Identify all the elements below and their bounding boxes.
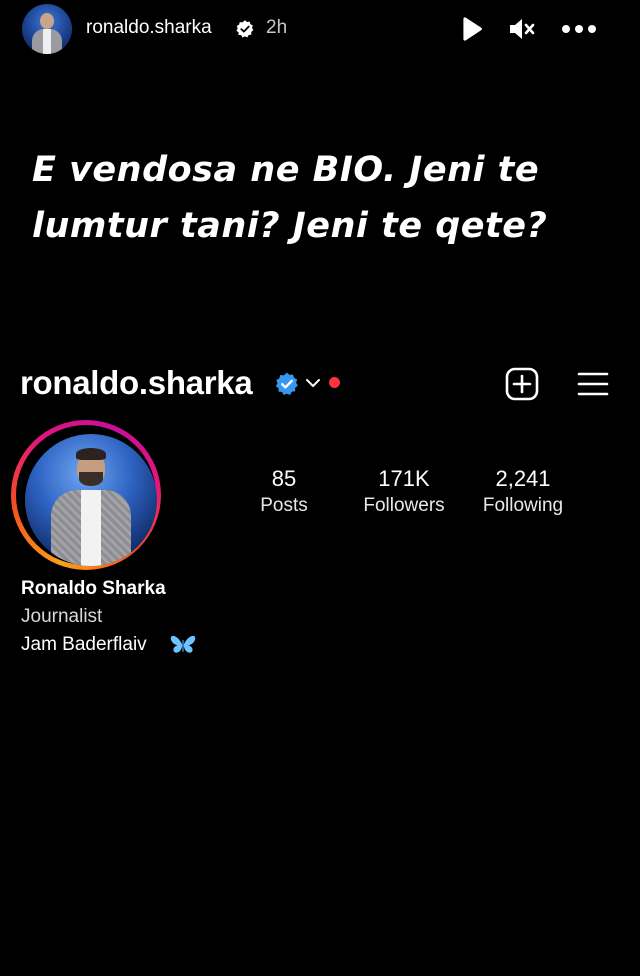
add-post-icon[interactable] (504, 366, 540, 402)
caption-line-1: E vendosa ne BIO. Jeni te (32, 150, 540, 190)
verified-badge-icon (236, 20, 254, 38)
story-avatar[interactable] (22, 4, 72, 54)
bio-text: Jam Baderflaiv (21, 634, 147, 655)
caption-line-2: lumtur tani? Jeni te qete? (32, 206, 548, 246)
butterfly-icon (170, 635, 196, 653)
story-caption: E vendosa ne BIO. Jeni te lumtur tani? J… (32, 142, 612, 254)
profile-username[interactable]: ronaldo.sharka (20, 364, 253, 402)
profile-avatar-ring[interactable] (11, 420, 161, 570)
mute-icon[interactable] (508, 16, 536, 42)
play-icon[interactable] (458, 16, 484, 42)
followers-label: Followers (363, 495, 445, 516)
story-username[interactable]: ronaldo.sharka (86, 17, 212, 39)
following-stat[interactable]: 2,241 Following (470, 466, 576, 520)
story-header: ronaldo.sharka 2h (0, 0, 640, 58)
bio-category: Journalist (21, 606, 103, 627)
story-time: 2h (266, 17, 288, 38)
followers-stat[interactable]: 171K Followers (346, 466, 462, 520)
following-label: Following (482, 495, 564, 516)
chevron-down-icon[interactable] (304, 376, 322, 390)
following-count: 2,241 (495, 466, 551, 491)
verified-badge-icon (275, 372, 298, 396)
notification-dot (329, 377, 340, 388)
menu-icon[interactable] (576, 370, 610, 398)
bio-name: Ronaldo Sharka (21, 578, 166, 599)
profile-photo (25, 434, 157, 566)
more-icon[interactable] (560, 18, 598, 40)
posts-count: 85 (271, 466, 297, 491)
followers-count: 171K (378, 466, 430, 491)
posts-label: Posts (260, 495, 308, 516)
posts-stat[interactable]: 85 Posts (244, 466, 324, 520)
